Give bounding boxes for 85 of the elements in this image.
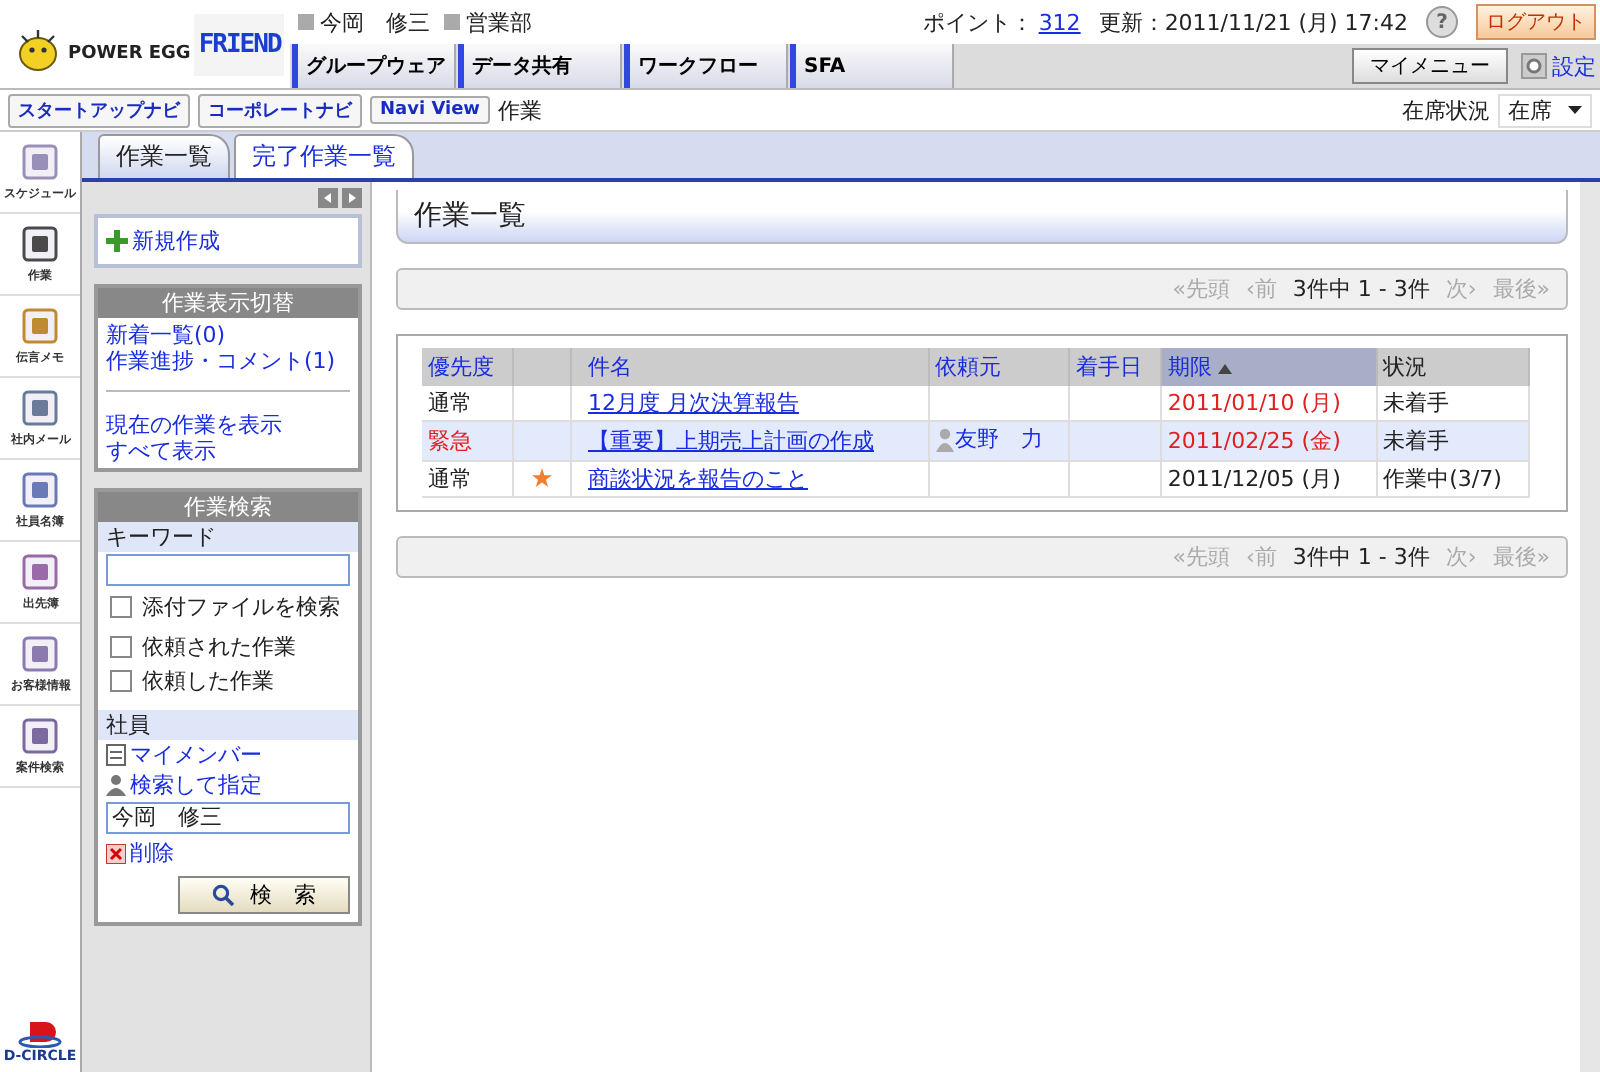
updated-time: 更新：2011/11/21 (月) 17:42	[1098, 7, 1408, 37]
square-icon	[298, 14, 314, 30]
app-icon	[20, 141, 60, 181]
expand-right-icon[interactable]	[342, 188, 362, 208]
checkbox-label: 添付ファイルを検索	[142, 592, 340, 622]
navi-button[interactable]: コーポレートナビ	[198, 93, 362, 127]
employee-field[interactable]: 今岡 修三	[106, 802, 350, 834]
person-icon	[106, 774, 126, 796]
checkbox[interactable]	[110, 636, 132, 658]
checkbox[interactable]	[110, 670, 132, 692]
checkbox[interactable]	[110, 596, 132, 618]
deadline-cell: 2011/01/10 (月)	[1167, 390, 1341, 416]
checkbox-label: 依頼された作業	[142, 632, 296, 662]
priority-cell: 通常	[428, 465, 472, 491]
user-name: 今岡 修三	[320, 7, 430, 37]
square-icon	[444, 14, 460, 30]
logout-button[interactable]: ログアウト	[1476, 4, 1596, 40]
page-title: 作業一覧	[396, 190, 1568, 244]
search-icon	[212, 884, 234, 906]
presence-select[interactable]: 在席	[1498, 93, 1592, 127]
status-cell: 作業中(3/7)	[1383, 465, 1502, 491]
app-icon	[20, 551, 60, 591]
star-icon[interactable]	[532, 468, 552, 488]
task-title-link[interactable]: 12月度 月次決算報告	[588, 390, 799, 416]
status-cell: 未着手	[1383, 427, 1450, 454]
priority-cell: 緊急	[428, 427, 472, 454]
navi-button[interactable]: Navi View	[370, 96, 491, 124]
presence-label: 在席状況	[1402, 95, 1490, 125]
member-list-icon	[106, 744, 126, 766]
app-icon	[20, 715, 60, 755]
points-label: ポイント：	[922, 7, 1033, 37]
app-icon	[20, 387, 60, 427]
task-title-link[interactable]: 商談状況を報告のこと	[588, 465, 808, 491]
person-icon	[935, 427, 954, 451]
scrollbar[interactable]	[1580, 182, 1600, 1072]
app-icon	[20, 223, 60, 263]
view-tab[interactable]: 完了作業一覧	[234, 134, 414, 178]
view-tab[interactable]: 作業一覧	[98, 134, 230, 178]
column-header[interactable]: 期限	[1167, 354, 1212, 380]
status-cell: 未着手	[1383, 390, 1450, 416]
app-icon	[20, 469, 60, 509]
column-header: 状況	[1383, 354, 1428, 380]
company-logo-icon	[18, 1020, 62, 1048]
filter-link[interactable]: 新着一覧(0)	[106, 322, 350, 348]
settings-icon[interactable]	[1520, 52, 1548, 80]
panel-title: 作業表示切替	[98, 288, 358, 318]
my-menu-button[interactable]: マイメニュー	[1352, 48, 1508, 84]
deadline-cell: 2011/12/05 (月)	[1167, 465, 1341, 491]
column-header[interactable]: 件名	[588, 354, 632, 380]
page-name: 作業	[498, 95, 543, 125]
delete-link[interactable]: 削除	[130, 838, 174, 868]
brand-name: POWER EGG	[68, 44, 191, 64]
points-link[interactable]: 312	[1038, 9, 1081, 35]
keyword-label: キーワード	[98, 522, 358, 552]
filter-link[interactable]: 現在の作業を表示	[106, 412, 350, 438]
delete-icon[interactable]	[106, 843, 126, 863]
keyword-field[interactable]	[106, 554, 350, 586]
deadline-cell: 2011/02/25 (金)	[1167, 427, 1341, 454]
priority-cell: 通常	[428, 390, 472, 416]
search-specify-link[interactable]: 検索して指定	[130, 770, 262, 800]
search-button[interactable]: 検 索	[178, 876, 350, 914]
app-icon	[20, 633, 60, 673]
nav-tab[interactable]: グループウェア	[292, 44, 456, 88]
employee-label: 社員	[98, 710, 358, 740]
sort-ascending-icon	[1217, 364, 1232, 374]
collapse-left-icon[interactable]	[318, 188, 338, 208]
filter-link[interactable]: すべて表示	[106, 438, 350, 464]
navi-button[interactable]: スタートアップナビ	[8, 93, 190, 127]
my-members-link[interactable]: マイメンバー	[130, 740, 262, 770]
filter-link[interactable]: 作業進捗・コメント(1)	[106, 348, 350, 374]
product-logo: FRIEND	[194, 13, 285, 75]
settings-link[interactable]: 設定	[1552, 51, 1596, 81]
help-button[interactable]: ?	[1426, 6, 1458, 38]
panel-title: 作業検索	[98, 492, 358, 522]
nav-tab[interactable]: SFA	[790, 44, 954, 88]
page-summary: 3件中 1 - 3件	[1292, 541, 1430, 571]
checkbox-label: 依頼した作業	[142, 666, 274, 696]
page-summary: 3件中 1 - 3件	[1292, 274, 1430, 304]
app-icon	[20, 305, 60, 345]
nav-tab[interactable]: データ共有	[458, 44, 622, 88]
nav-tab[interactable]: ワークフロー	[624, 44, 788, 88]
new-task-link[interactable]: 新規作成	[132, 226, 220, 256]
department-name: 営業部	[466, 7, 532, 37]
plus-icon	[106, 230, 128, 252]
dropdown-caret-icon	[1568, 106, 1582, 114]
